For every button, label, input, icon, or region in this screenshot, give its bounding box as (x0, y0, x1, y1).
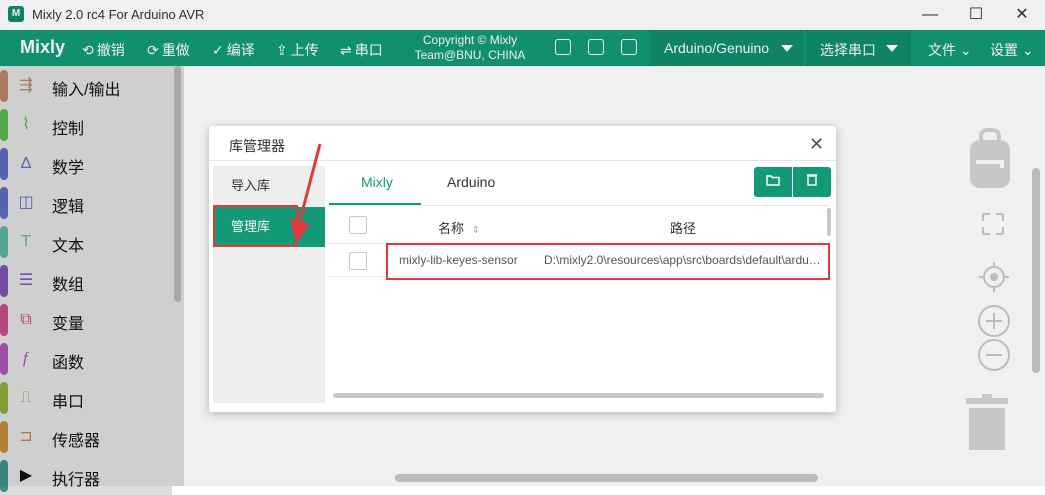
sidebar-scrollbar[interactable] (174, 66, 181, 302)
sort-icon: ⇕ (471, 225, 481, 236)
upload-button[interactable]: ⇪ 上传 (276, 40, 319, 60)
open-folder-button[interactable] (754, 167, 792, 197)
table-vertical-scrollbar[interactable] (827, 208, 831, 236)
zoom-out-icon[interactable] (977, 338, 1011, 372)
row-checkbox[interactable] (349, 252, 367, 270)
category-sensor[interactable]: ⊐ 传感器 (0, 418, 172, 456)
dialog-title: 库管理器 (229, 138, 285, 154)
category-input-output[interactable]: ⇶ 输入/输出 (0, 67, 172, 105)
delete-library-button[interactable] (793, 167, 831, 197)
category-function[interactable]: ƒ 函数 (0, 340, 172, 378)
library-panel: Mixly Arduino 名称 ⇕ 路径 mixly-lib-keyes-se… (329, 161, 836, 403)
category-text[interactable]: T 文本 (0, 223, 172, 261)
close-icon[interactable]: ✕ (809, 134, 824, 155)
category-array[interactable]: ☰ 数组 (0, 262, 172, 300)
category-serial[interactable]: ⎍ 串口 (0, 379, 172, 417)
title-bar: M Mixly 2.0 rc4 For Arduino AVR — ☐ ✕ (0, 0, 1045, 30)
code-view-icon[interactable] (621, 39, 637, 55)
table-horizontal-scrollbar[interactable] (333, 393, 824, 398)
check-icon: ✓ (212, 42, 224, 58)
control-icon: ⌇ (22, 116, 30, 133)
folder-icon (766, 175, 780, 186)
upload-icon: ⇪ (276, 42, 288, 58)
select-all-checkbox[interactable] (349, 216, 367, 234)
copyright-text: Copyright © Mixly Team@BNU, CHINA (414, 33, 526, 62)
port-select[interactable]: 选择串口 (806, 30, 911, 66)
window-title: Mixly 2.0 rc4 For Arduino AVR (32, 7, 205, 22)
trash-icon[interactable] (964, 394, 1010, 452)
column-name-header[interactable]: 名称 ⇕ (438, 218, 480, 237)
layout-split-icon[interactable] (588, 39, 604, 55)
serial-icon: ⎍ (20, 389, 32, 406)
chevron-down-icon: ⌄ (959, 42, 972, 58)
app-logo-icon: M (8, 6, 24, 22)
usb-icon: ⇌ (340, 42, 352, 58)
category-actuator[interactable]: ▶ 执行器 (0, 457, 172, 495)
workspace-horizontal-scrollbar[interactable] (395, 474, 818, 482)
category-variable[interactable]: ⧉ 变量 (0, 301, 172, 339)
maximize-button[interactable]: ☐ (961, 4, 991, 26)
annotation-arrow-icon (290, 143, 322, 244)
redo-button[interactable]: ⟳ 重做 (147, 40, 190, 60)
play-icon: ▶ (19, 467, 33, 484)
fullscreen-icon[interactable] (981, 212, 1005, 236)
category-control[interactable]: ⌇ 控制 (0, 106, 172, 144)
compile-button[interactable]: ✓ 编译 (212, 40, 255, 60)
trash-icon (807, 174, 817, 186)
board-select[interactable]: Arduino/Genuino (650, 30, 803, 66)
highlight-box-row (386, 243, 830, 280)
backpack-icon[interactable] (968, 128, 1012, 190)
close-window-button[interactable]: ✕ (1007, 4, 1037, 26)
sensor-icon: ⊐ (19, 428, 33, 445)
serial-button[interactable]: ⇌ 串口 (340, 40, 383, 60)
workspace-vertical-scrollbar[interactable] (1032, 168, 1040, 373)
layout-top-icon[interactable] (555, 39, 571, 55)
function-icon: ƒ (21, 350, 31, 367)
highlight-box-manage (213, 205, 298, 247)
input-output-icon: ⇶ (19, 77, 33, 94)
settings-menu[interactable]: 设置 ⌄ (990, 40, 1034, 60)
logic-icon: ◫ (18, 194, 34, 211)
main-toolbar: Mixly ⟲ 撤销 ⟳ 重做 ✓ 编译 ⇪ 上传 ⇌ 串口 Copyright © Mi… (0, 30, 1045, 66)
table-header: 名称 ⇕ 路径 (329, 207, 828, 244)
block-category-sidebar: ⇶ 输入/输出 ⌇ 控制 ∆ 数学 ◫ 逻辑 T 文本 ☰ 数组 ⧉ 变量 ƒ 函数 ⎍ 串口 ⊐… (0, 66, 184, 495)
tab-mixly[interactable]: Mixly (361, 167, 393, 203)
category-math[interactable]: ∆ 数学 (0, 145, 172, 183)
chevron-down-icon (781, 45, 793, 52)
category-logic[interactable]: ◫ 逻辑 (0, 184, 172, 222)
undo-button[interactable]: ⟲ 撤销 (82, 40, 125, 60)
chevron-down-icon: ⌄ (1021, 42, 1034, 58)
redo-icon: ⟳ (147, 42, 159, 58)
toolbar-logo: Mixly (20, 37, 66, 57)
list-icon: ☰ (18, 272, 34, 289)
text-icon: T (21, 233, 31, 250)
zoom-in-icon[interactable] (977, 304, 1011, 338)
chevron-down-icon (886, 45, 898, 52)
tab-arduino[interactable]: Arduino (447, 167, 495, 203)
variable-icon: ⧉ (20, 311, 32, 328)
column-path-header: 路径 (670, 221, 697, 236)
file-menu[interactable]: 文件 ⌄ (928, 40, 972, 60)
math-icon: ∆ (21, 155, 31, 172)
recenter-icon[interactable] (978, 261, 1010, 293)
undo-icon: ⟲ (82, 42, 94, 58)
minimize-button[interactable]: — (915, 4, 945, 26)
divider (329, 205, 830, 206)
